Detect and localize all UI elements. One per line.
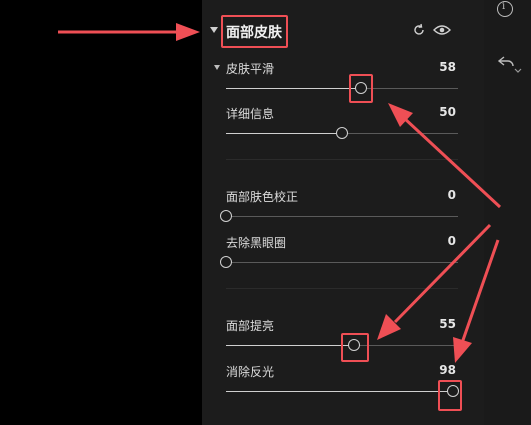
arrow-head — [453, 337, 472, 363]
arrow-head — [176, 23, 200, 41]
annotation-arrows — [58, 23, 502, 363]
arrow-to-smoothing — [402, 116, 502, 209]
arrow-to-shine — [460, 239, 500, 344]
